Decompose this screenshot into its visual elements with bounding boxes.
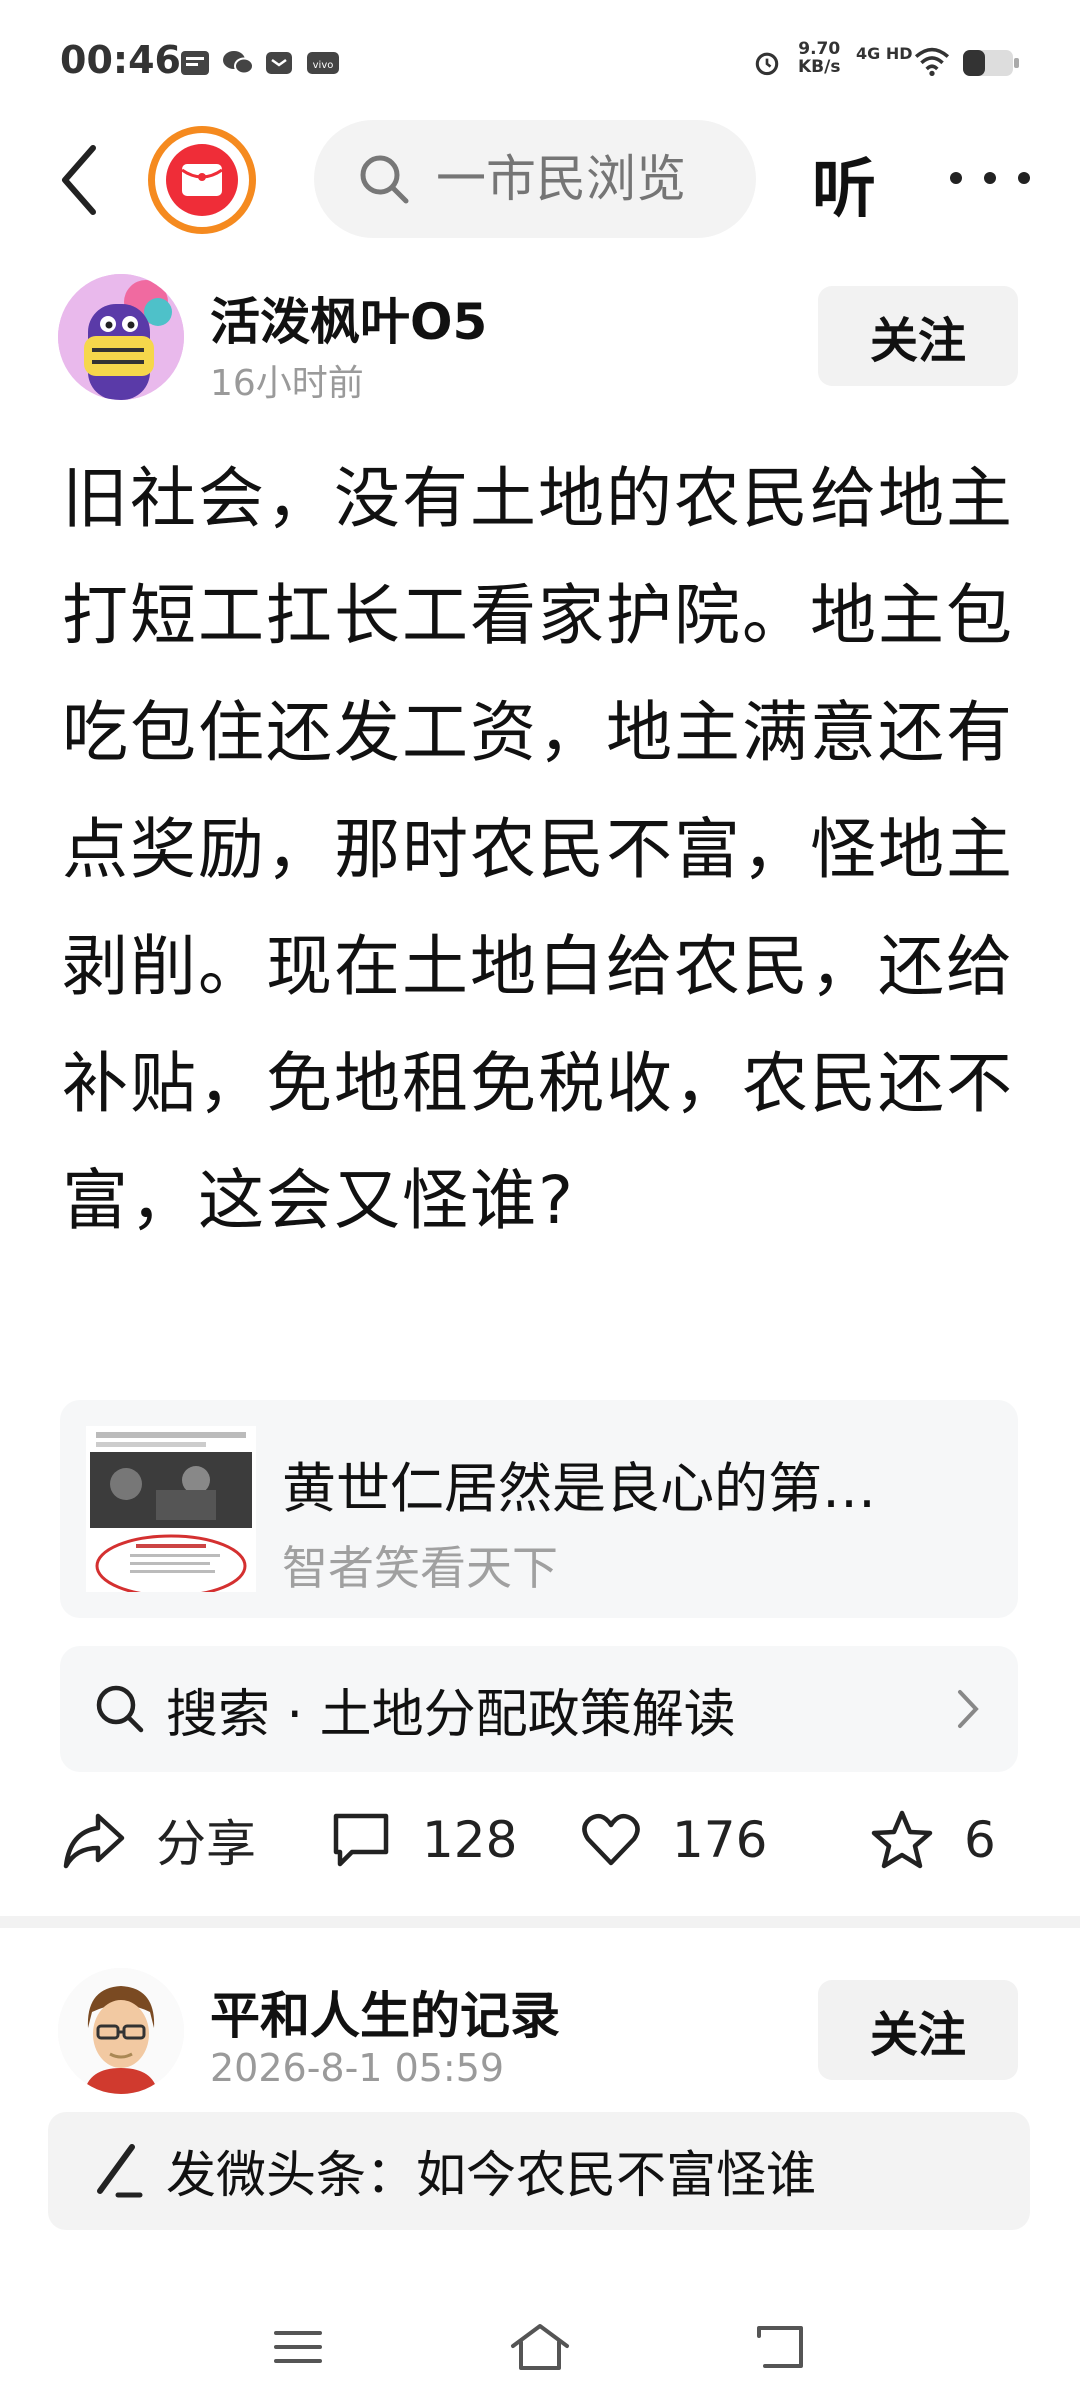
svg-text:vivo: vivo bbox=[313, 60, 334, 71]
listen-button[interactable]: 听 bbox=[812, 138, 876, 230]
back-arrow-icon bbox=[62, 145, 96, 215]
cartoon-avatar-icon bbox=[58, 274, 184, 400]
compose-text: 发微头条：如今农民不富怪谁 bbox=[166, 2146, 816, 2204]
home-icon bbox=[511, 2324, 569, 2370]
post-time: 16小时前 bbox=[210, 363, 364, 404]
linked-article-source: 智者笑看天下 bbox=[282, 1541, 558, 1595]
post-body-text: 旧社会，没有土地的农民给地主打短工扛长工看家护院。地主包吃包住还发工资，地主满意… bbox=[62, 460, 1014, 1239]
menu-icon bbox=[274, 2331, 322, 2363]
search-icon bbox=[96, 1685, 144, 1733]
toutiao-icon bbox=[181, 51, 209, 75]
comment-count: 128 bbox=[422, 1811, 518, 1869]
network-type: 4G HD bbox=[856, 44, 913, 63]
favorite-count: 6 bbox=[964, 1811, 996, 1869]
share-label: 分享 bbox=[156, 1815, 256, 1873]
recent-apps-button[interactable] bbox=[258, 2312, 338, 2382]
follow-button[interactable]: 关注 bbox=[818, 286, 1018, 386]
search-suggestion-text: 搜索 · 土地分配政策解读 bbox=[166, 1684, 736, 1745]
author-avatar[interactable] bbox=[58, 1968, 184, 2094]
wechat-icon bbox=[223, 51, 254, 75]
like-count: 176 bbox=[672, 1811, 768, 1869]
battery-icon bbox=[963, 50, 1019, 76]
more-dot-icon bbox=[1018, 172, 1030, 184]
more-dot-icon bbox=[950, 172, 962, 184]
section-divider bbox=[0, 1916, 1080, 1928]
back-button[interactable] bbox=[40, 130, 120, 230]
net-speed: 9.70 KB/s bbox=[798, 40, 840, 76]
app-logo-button[interactable] bbox=[148, 126, 256, 234]
follow-button[interactable]: 关注 bbox=[818, 1980, 1018, 2080]
search-box[interactable] bbox=[314, 120, 756, 238]
net-speed-unit: KB/s bbox=[798, 57, 841, 77]
next-post-time: 2026-8-1 05:59 bbox=[210, 2046, 505, 2090]
author-name[interactable]: 活泼枫叶O5 bbox=[210, 282, 487, 354]
alarm-icon bbox=[755, 52, 779, 76]
more-dot-icon bbox=[984, 172, 996, 184]
favorite-button[interactable]: 6 bbox=[870, 1800, 996, 1880]
more-options-button[interactable] bbox=[950, 148, 1030, 208]
linked-article-title: 黄世仁居然是良心的第… bbox=[282, 1457, 876, 1520]
article-thumbnail bbox=[86, 1426, 256, 1592]
chevron-right-icon bbox=[958, 1690, 979, 1728]
home-button[interactable] bbox=[500, 2312, 580, 2382]
wifi-icon bbox=[914, 47, 950, 76]
compose-micro-post-bar[interactable]: 发微头条：如今农民不富怪谁 bbox=[48, 2112, 1030, 2230]
related-search-suggestion[interactable]: 搜索 · 土地分配政策解读 bbox=[60, 1646, 1018, 1772]
red-envelope-icon bbox=[166, 144, 238, 216]
article-thumbnail-image bbox=[86, 1426, 256, 1592]
vivo-icon: vivo bbox=[307, 52, 339, 74]
person-avatar-icon bbox=[58, 1968, 184, 2094]
net-speed-value: 9.70 bbox=[798, 39, 841, 59]
return-icon bbox=[757, 2326, 803, 2368]
author-avatar[interactable] bbox=[58, 274, 184, 400]
next-author-name[interactable]: 平和人生的记录 bbox=[210, 1976, 560, 2048]
search-input[interactable] bbox=[434, 149, 738, 209]
linked-article-card[interactable]: 黄世仁居然是良心的第… 智者笑看天下 bbox=[60, 1400, 1018, 1618]
back-nav-button[interactable] bbox=[740, 2312, 820, 2382]
status-time: 00:46 bbox=[60, 38, 181, 82]
search-icon bbox=[360, 155, 409, 204]
share-icon bbox=[63, 1813, 125, 1869]
pen-icon bbox=[97, 2144, 143, 2198]
like-button[interactable]: 176 bbox=[580, 1800, 767, 1880]
share-button[interactable]: 分享 bbox=[62, 1800, 256, 1880]
status-bar: 00:46 vivo 9.70 KB/s 4G HD bbox=[0, 0, 1080, 120]
comment-icon bbox=[333, 1813, 389, 1867]
message-icon bbox=[266, 52, 292, 74]
comment-button[interactable]: 128 bbox=[330, 1800, 517, 1880]
heart-icon bbox=[582, 1813, 640, 1866]
star-icon bbox=[871, 1810, 933, 1869]
